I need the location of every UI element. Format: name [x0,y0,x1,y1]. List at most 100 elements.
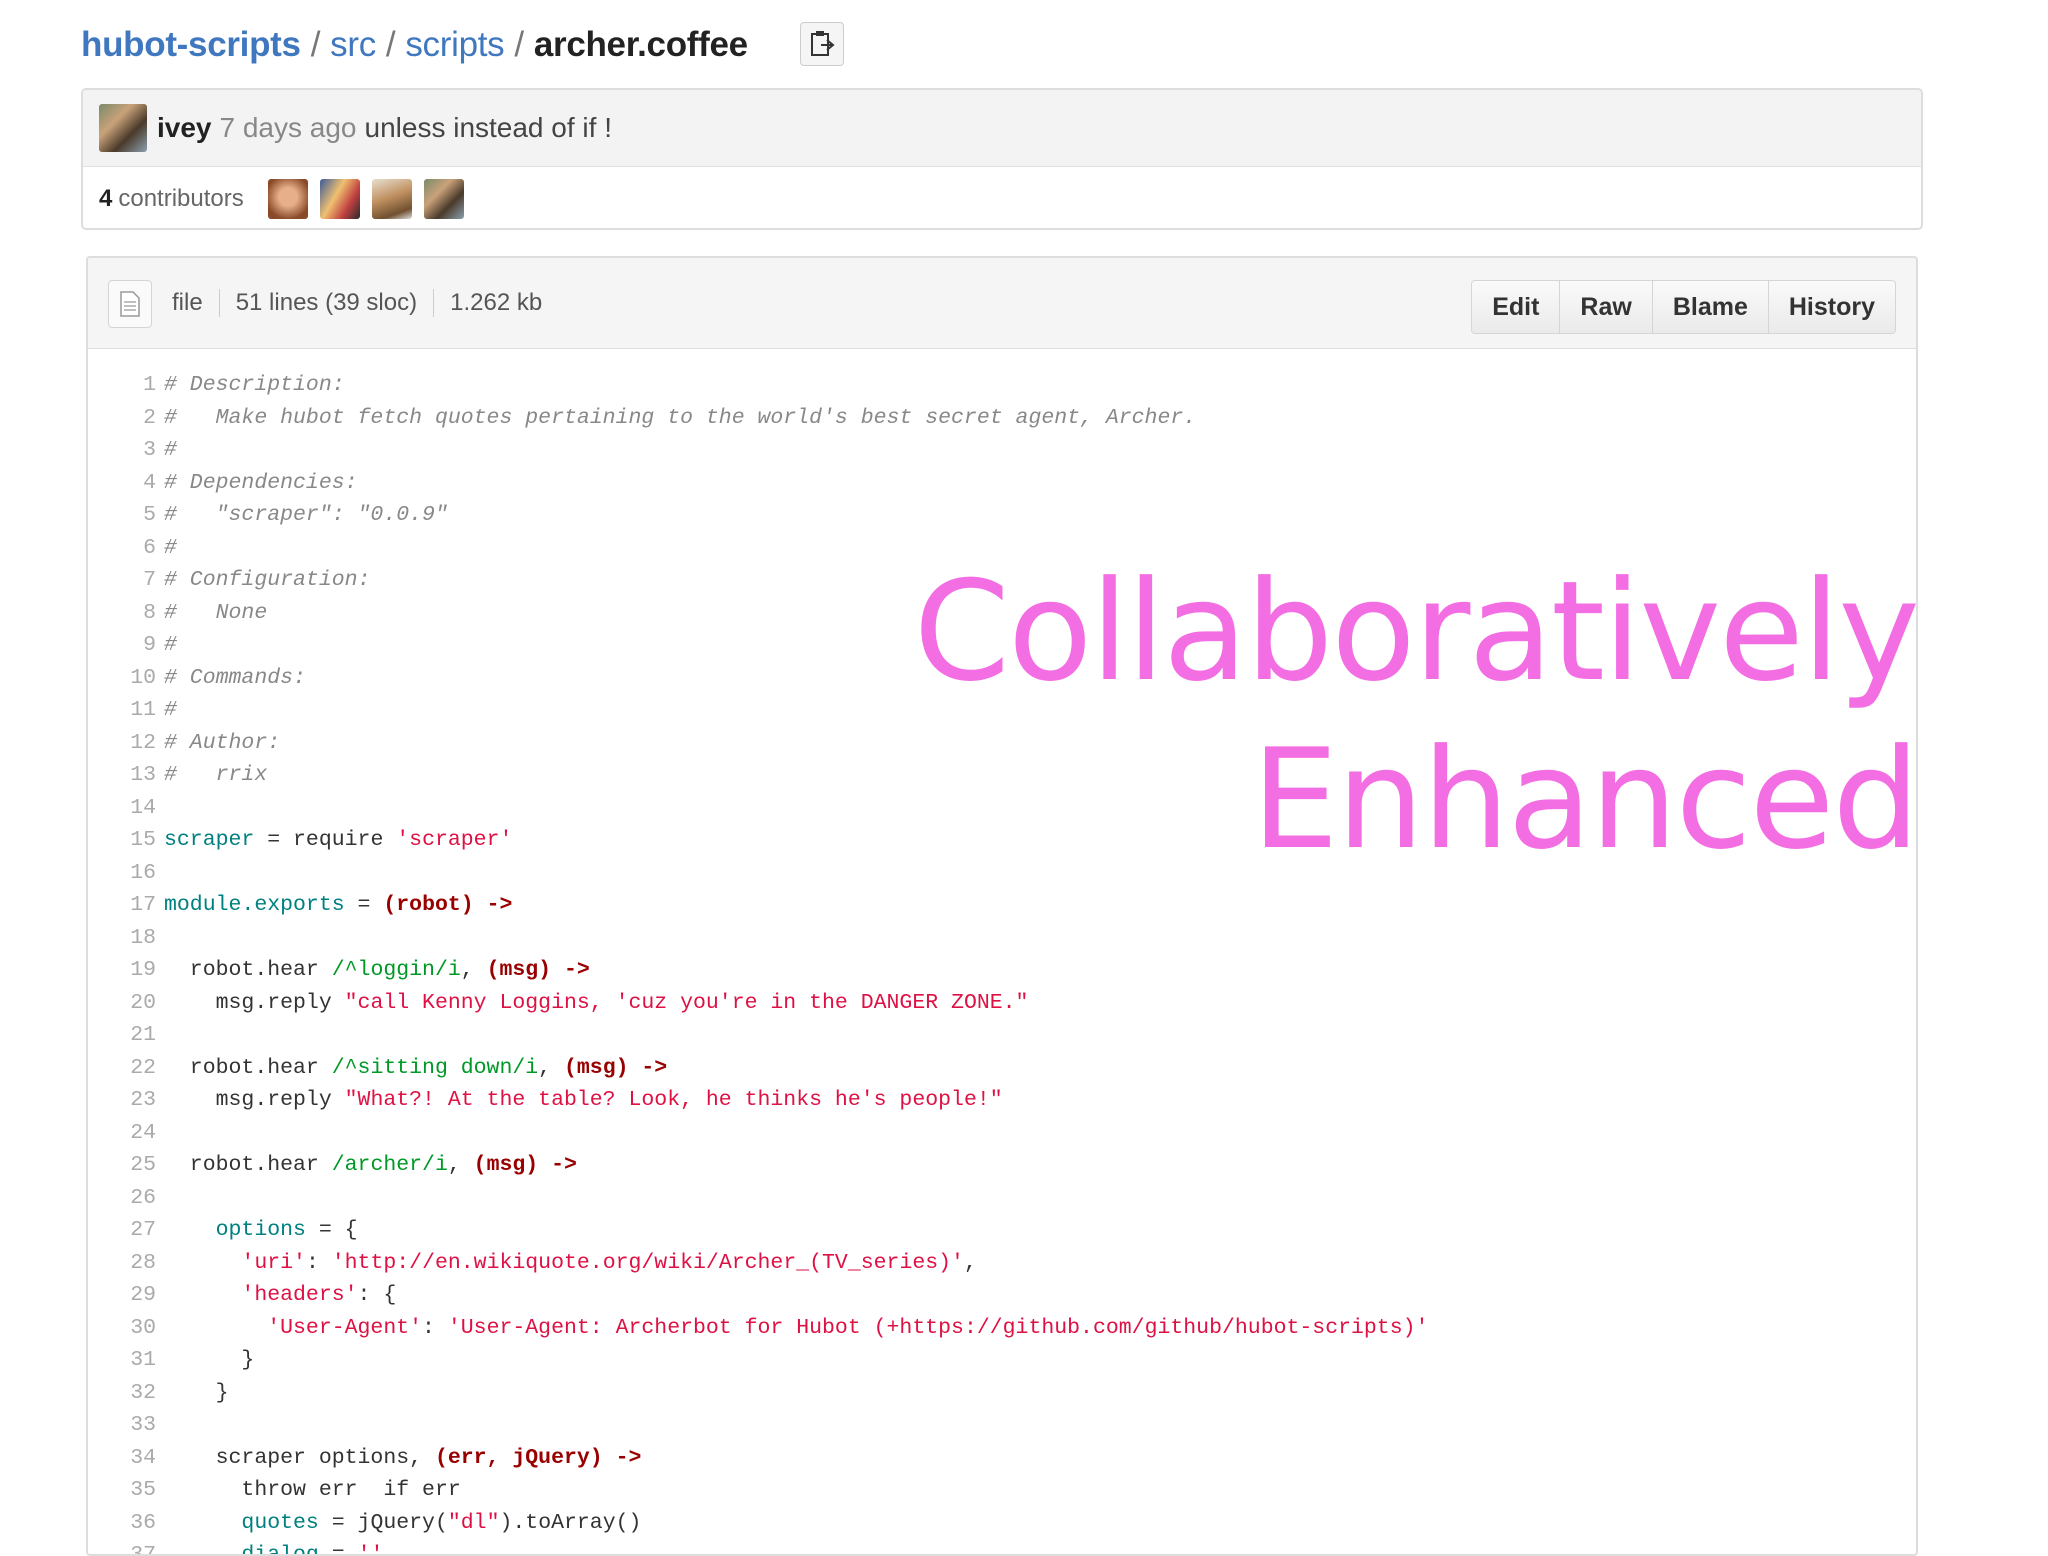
line-number[interactable]: 5 [88,499,156,532]
line-number[interactable]: 22 [88,1052,156,1085]
line-number[interactable]: 6 [88,532,156,565]
code-token: "dl" [447,1510,500,1535]
line-number[interactable]: 16 [88,857,156,890]
contributor-avatars [267,179,464,219]
code-line: 'uri': 'http://en.wikiquote.org/wiki/Arc… [164,1247,1904,1280]
raw-button[interactable]: Raw [1559,281,1652,333]
line-number[interactable]: 33 [88,1409,156,1442]
commit-message[interactable]: unless instead of if ! [365,112,612,144]
code-token: robot.hear [164,958,332,982]
commit-box: ivey 7 days ago unless instead of if ! 4… [81,88,1923,230]
line-number[interactable]: 37 [88,1539,156,1554]
line-number[interactable]: 31 [88,1344,156,1377]
edit-button[interactable]: Edit [1472,281,1560,333]
code-line: quotes = jQuery("dl").toArray() [164,1507,1904,1540]
code-token: = require [254,828,397,852]
commit-time: 7 days ago [219,112,357,143]
code-token: robot.hear [164,1055,332,1080]
code-line: # Description: [164,369,1904,402]
line-number[interactable]: 2 [88,402,156,435]
line-number[interactable]: 18 [88,922,156,955]
blame-button[interactable]: Blame [1651,281,1768,333]
line-number[interactable]: 19 [88,954,156,987]
avatar[interactable] [371,179,412,219]
line-number[interactable]: 25 [88,1149,156,1182]
line-number[interactable]: 27 [88,1214,156,1247]
file-actions: Edit Raw Blame History [1471,280,1896,334]
code-line: robot.hear /archer/i, (msg) -> [164,1149,1904,1182]
code-line: throw err if err [164,1474,1904,1507]
line-number[interactable]: 10 [88,662,156,695]
line-number[interactable]: 7 [88,564,156,597]
line-number[interactable]: 20 [88,987,156,1020]
history-button[interactable]: History [1767,281,1895,333]
line-number[interactable]: 14 [88,792,156,825]
code-token: dialog [241,1543,319,1556]
line-number[interactable]: 3 [88,434,156,467]
code-token: } [164,1380,229,1405]
line-number[interactable]: 30 [88,1312,156,1345]
avatar[interactable] [267,179,308,219]
line-number[interactable]: 1 [88,369,156,402]
code-line: options = { [164,1214,1904,1247]
code-token: 'uri' [241,1250,306,1275]
code-token: quotes [241,1510,319,1535]
line-number[interactable]: 17 [88,889,156,922]
line-number[interactable]: 28 [88,1247,156,1280]
file-viewer: file 51 lines (39 sloc) 1.262 kb Edit Ra… [86,256,1918,1556]
line-number[interactable]: 24 [88,1117,156,1150]
code-line: dialog = '' [164,1539,1904,1556]
line-number[interactable]: 12 [88,727,156,760]
contributors-count[interactable]: 4 [99,185,112,213]
breadcrumb-src-link[interactable]: src [330,25,376,65]
avatar[interactable] [423,179,464,219]
line-number[interactable]: 34 [88,1442,156,1475]
file-header: file 51 lines (39 sloc) 1.262 kb Edit Ra… [88,258,1916,349]
line-number[interactable]: 32 [88,1377,156,1410]
line-number[interactable]: 21 [88,1019,156,1052]
code-line: robot.hear /^sitting down/i, (msg) -> [164,1052,1904,1085]
code-token: 'User-Agent: Archerbot for Hubot (+https… [447,1315,1429,1340]
line-number[interactable]: 23 [88,1084,156,1117]
code-token: , [538,1055,564,1080]
code-token: # [164,438,177,462]
line-number[interactable]: 36 [88,1507,156,1540]
code-line: msg.reply "What?! At the table? Look, he… [164,1084,1904,1117]
breadcrumb-scripts-link[interactable]: scripts [405,25,504,65]
commit-author[interactable]: ivey [157,112,212,144]
divider [433,289,435,317]
line-number[interactable]: 35 [88,1474,156,1507]
contributors-label[interactable]: contributors [118,185,243,213]
line-number[interactable]: 29 [88,1279,156,1312]
code-token: 'User-Agent' [267,1315,423,1340]
line-number[interactable]: 4 [88,467,156,500]
code-token: # rrix [164,763,268,787]
code-token: # Description: [164,373,345,397]
line-number[interactable]: 9 [88,629,156,662]
avatar[interactable] [99,104,147,152]
code-token: # Make hubot fetch quotes pertaining to … [164,405,1197,430]
code-token: 'http://en.wikiquote.org/wiki/Archer_(TV… [331,1250,964,1275]
copy-path-button[interactable] [800,22,844,66]
code-token: throw err if err [164,1478,461,1502]
line-number[interactable]: 13 [88,759,156,792]
breadcrumb-repo-link[interactable]: hubot-scripts [81,25,301,65]
code-token: scraper options, [164,1445,435,1470]
line-number[interactable]: 8 [88,597,156,630]
line-numbers: 1 2 3 4 5 6 7 8 9 10 11 12 13 14 15 16 17 18 19 20 21 22 23 24 2… [88,369,156,1554]
contributors-row: 4 contributors [83,167,1921,228]
overlay-title-line-2: Enhanced [1251,719,1920,880]
code-token: = jQuery( [318,1510,448,1535]
line-number[interactable]: 15 [88,824,156,857]
line-number[interactable]: 26 [88,1182,156,1215]
avatar[interactable] [319,179,360,219]
breadcrumb-current-file: archer.coffee [533,25,748,64]
line-number[interactable]: 11 [88,694,156,727]
